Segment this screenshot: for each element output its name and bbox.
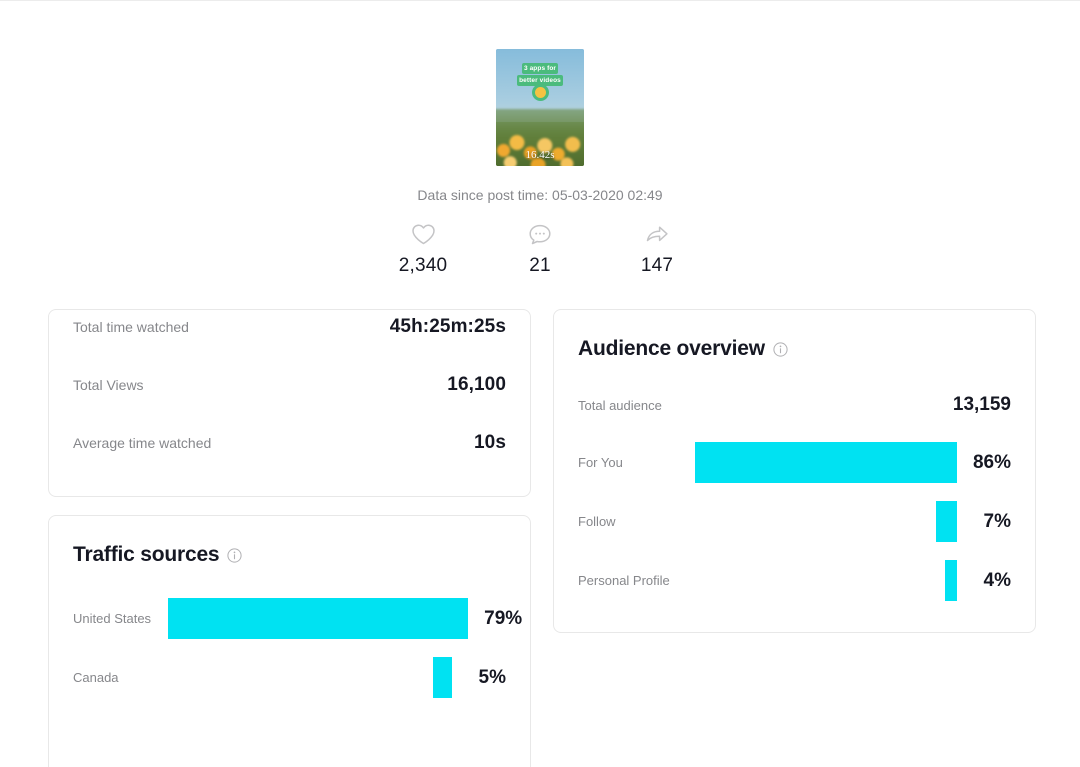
traffic-sources-card: Traffic sources United States79%Canada5% — [48, 515, 531, 767]
bar-label: Follow — [578, 514, 678, 529]
bar-fill — [936, 501, 957, 542]
stat-value: 16,100 — [447, 374, 506, 396]
info-icon[interactable] — [227, 548, 242, 563]
cards-grid: Total time watched 45h:25m:25s Total Vie… — [48, 309, 1036, 767]
total-audience-label: Total audience — [578, 398, 662, 413]
bar-percent: 79% — [476, 608, 522, 630]
total-audience-value: 13,159 — [953, 394, 1011, 416]
bar-fill — [168, 598, 468, 639]
analytics-page: 3 apps for better videos 16.42s Data sin… — [0, 0, 1080, 767]
video-metrics-card: Total time watched 45h:25m:25s Total Vie… — [48, 309, 531, 497]
caption-line-2: better videos — [517, 75, 563, 86]
stat-value: 45h:25m:25s — [390, 316, 506, 338]
bar-track — [678, 501, 957, 542]
right-column: Audience overview Total audience 13,159 — [553, 309, 1036, 633]
bar-label: Personal Profile — [578, 573, 678, 588]
share-icon — [645, 221, 670, 247]
engagement-shares: 147 — [599, 221, 716, 277]
bar-percent: 7% — [965, 511, 1011, 533]
bar-percent: 86% — [965, 452, 1011, 474]
video-duration: 16.42s — [496, 149, 584, 161]
traffic-sources-bars: United States79% Canada 5% — [73, 567, 506, 729]
traffic-sources-title-row: Traffic sources — [73, 516, 506, 567]
bar-track — [168, 657, 452, 698]
caption-line-1: 3 apps for — [522, 63, 558, 74]
bar-fill — [945, 560, 957, 601]
thumbnail-caption: 3 apps for better videos — [507, 63, 573, 98]
stat-row: Total time watched 45h:25m:25s — [73, 316, 506, 374]
audience-overview-card: Audience overview Total audience 13,159 — [553, 309, 1036, 633]
stat-label: Total Views — [73, 377, 144, 393]
left-column: Total time watched 45h:25m:25s Total Vie… — [48, 309, 531, 767]
card-title-text: Traffic sources — [73, 543, 219, 567]
stat-row: Total Views 16,100 — [73, 374, 506, 432]
bar-row: Canada 5% — [73, 648, 506, 707]
engagement-comments: 21 — [482, 221, 599, 277]
bar-fill — [695, 442, 957, 483]
comment-icon — [528, 221, 552, 247]
stat-row: Average time watched 10s — [73, 432, 506, 490]
stat-label: Average time watched — [73, 435, 211, 451]
heart-icon — [411, 221, 436, 247]
bar-track — [168, 598, 468, 639]
bar-label: United States — [73, 611, 168, 626]
audience-title-row: Audience overview — [578, 310, 1011, 361]
bar-percent: 5% — [460, 667, 506, 689]
bar-row: For You 86% — [578, 433, 1011, 492]
bar-percent: 4% — [965, 570, 1011, 592]
video-thumbnail[interactable]: 3 apps for better videos 16.42s — [496, 49, 584, 166]
bar-fill — [433, 657, 452, 698]
bar-row: United States79% — [73, 589, 506, 648]
bar-row: Personal Profile 4% — [578, 551, 1011, 610]
bar-row: Follow 7% — [578, 492, 1011, 551]
shares-count: 147 — [641, 255, 673, 277]
smiley-emoji-icon — [535, 87, 546, 98]
card-title-text: Audience overview — [578, 337, 765, 361]
audience-bars: Total audience 13,159 For You 86% Follow 7%… — [578, 361, 1011, 632]
video-header: 3 apps for better videos 16.42s Data sin… — [0, 1, 1080, 277]
info-icon[interactable] — [773, 342, 788, 357]
stat-value: 10s — [474, 432, 506, 454]
bar-track — [678, 442, 957, 483]
bar-label: For You — [578, 455, 678, 470]
data-since-label: Data since post time: 05-03-2020 02:49 — [417, 187, 662, 203]
engagement-stats: 2,340 21 — [365, 221, 716, 277]
bar-track — [678, 560, 957, 601]
engagement-likes: 2,340 — [365, 221, 482, 277]
likes-count: 2,340 — [399, 255, 448, 277]
bar-label: Canada — [73, 670, 168, 685]
stat-label: Total time watched — [73, 319, 189, 335]
comments-count: 21 — [529, 255, 551, 277]
total-audience-row: Total audience 13,159 — [578, 377, 1011, 433]
